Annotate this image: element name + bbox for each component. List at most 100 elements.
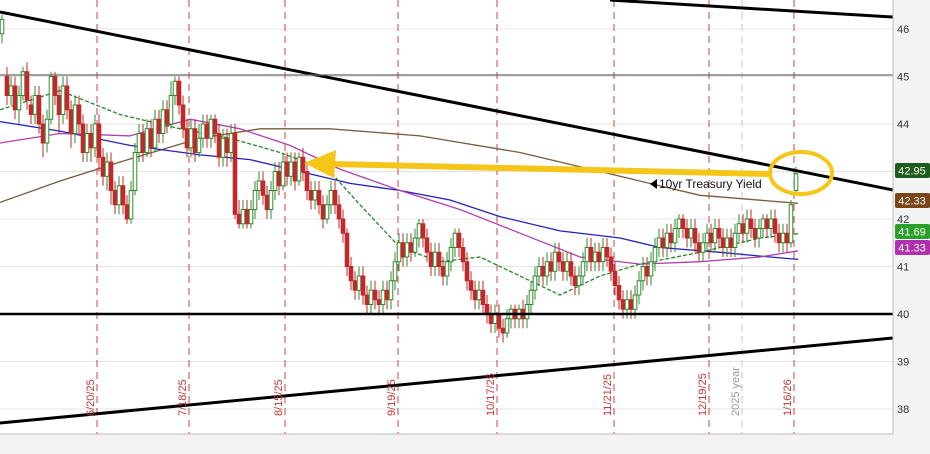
x-tick-label: 1/16/26 <box>782 379 794 416</box>
candle-body <box>104 161 110 177</box>
candle-body <box>132 152 138 191</box>
candle-body <box>524 304 530 320</box>
candle-body <box>696 242 702 253</box>
candle-body <box>424 237 430 253</box>
candle-body <box>416 223 422 239</box>
candle-body <box>356 275 362 291</box>
candle-body <box>680 218 686 229</box>
candle-body <box>472 289 478 301</box>
candle-body <box>428 251 434 267</box>
candle-body <box>456 232 462 248</box>
candle-body <box>308 190 314 201</box>
candle-body <box>708 232 714 244</box>
x-tick-label: 7/18/25 <box>177 379 189 416</box>
candle-body <box>344 232 350 267</box>
candle-body <box>44 118 50 144</box>
candle-body <box>452 232 458 248</box>
candle-body <box>112 190 118 206</box>
candle-body <box>244 209 250 225</box>
candle-body <box>480 289 486 305</box>
y-tick-label: 40 <box>897 309 909 321</box>
candle-body <box>88 133 94 149</box>
candle-body <box>40 123 46 144</box>
candle-body <box>552 251 558 272</box>
candle-body <box>468 280 474 291</box>
candle-body <box>148 128 154 149</box>
candle-body <box>180 104 186 130</box>
candle-body <box>324 204 330 220</box>
candle-body <box>368 289 374 305</box>
candle-body <box>640 266 646 282</box>
candle-body <box>116 185 122 206</box>
candle-body <box>628 299 634 310</box>
candle-body <box>436 251 442 267</box>
candle-body <box>752 228 758 239</box>
candle-body <box>352 280 358 291</box>
candle-body <box>212 118 218 134</box>
candle-body <box>536 266 542 277</box>
candle-body <box>420 223 426 239</box>
candle-body <box>544 261 550 277</box>
candle-body <box>208 118 214 139</box>
candle-body <box>364 294 370 305</box>
candle-body <box>740 223 746 234</box>
candle-body <box>492 313 498 324</box>
candle-body <box>392 261 398 282</box>
candle-body <box>84 133 90 153</box>
candle-body <box>48 76 54 120</box>
candle-body <box>784 232 790 244</box>
candle-body <box>224 137 230 153</box>
candle-body <box>652 247 658 263</box>
price-badge-label: 41.33 <box>898 243 926 255</box>
candle-body <box>548 261 554 272</box>
candlestick-chart: 10yr Treasury Yield 6/20/25 7/18/25 8/15/2… <box>0 0 930 454</box>
candle-body <box>660 237 666 248</box>
candle-body <box>648 261 654 277</box>
y-tick-label: 45 <box>897 72 909 84</box>
candle-body <box>396 242 402 263</box>
candle-body <box>80 123 86 153</box>
candle-body <box>756 228 762 239</box>
candle-body <box>448 247 454 263</box>
candle-body <box>216 133 222 158</box>
candle-body <box>632 294 638 310</box>
candle-body <box>793 173 799 191</box>
candle-body <box>300 156 306 172</box>
candle-body <box>580 261 586 277</box>
x-tick-label: 11/21/25 <box>602 374 614 416</box>
candle-body <box>560 261 566 272</box>
plot-background <box>0 0 893 434</box>
candle-body <box>56 95 62 115</box>
candle-body <box>120 185 126 206</box>
candle-body <box>704 232 710 244</box>
candle-body <box>260 180 266 196</box>
candle-body <box>788 204 794 244</box>
candle-body <box>504 318 510 334</box>
candle-body <box>52 76 58 96</box>
x-tick-label: 10/17/25 <box>485 373 497 416</box>
candle-body <box>600 247 606 263</box>
candle-body <box>764 218 770 229</box>
candle-body <box>164 109 170 125</box>
candle-body <box>388 280 394 301</box>
candle-body <box>96 123 102 158</box>
candle-body <box>748 218 754 229</box>
candle-body <box>612 270 618 286</box>
candle-body <box>316 190 322 206</box>
annotation-label: 10yr Treasury Yield <box>659 177 762 191</box>
candle-body <box>568 261 574 277</box>
candle-body <box>384 289 390 301</box>
candle-body <box>192 128 198 153</box>
x-tick-label: 8/15/25 <box>273 379 285 416</box>
candle-body <box>460 247 466 263</box>
candle-body <box>656 237 662 248</box>
candle-body <box>136 133 142 153</box>
candle-body <box>108 161 114 191</box>
candle-body <box>768 218 774 229</box>
candle-body <box>488 313 494 324</box>
candle-body <box>228 133 234 153</box>
candle-body <box>688 228 694 239</box>
candle-body <box>372 289 378 301</box>
candle-body <box>760 218 766 229</box>
candle-body <box>444 261 450 277</box>
